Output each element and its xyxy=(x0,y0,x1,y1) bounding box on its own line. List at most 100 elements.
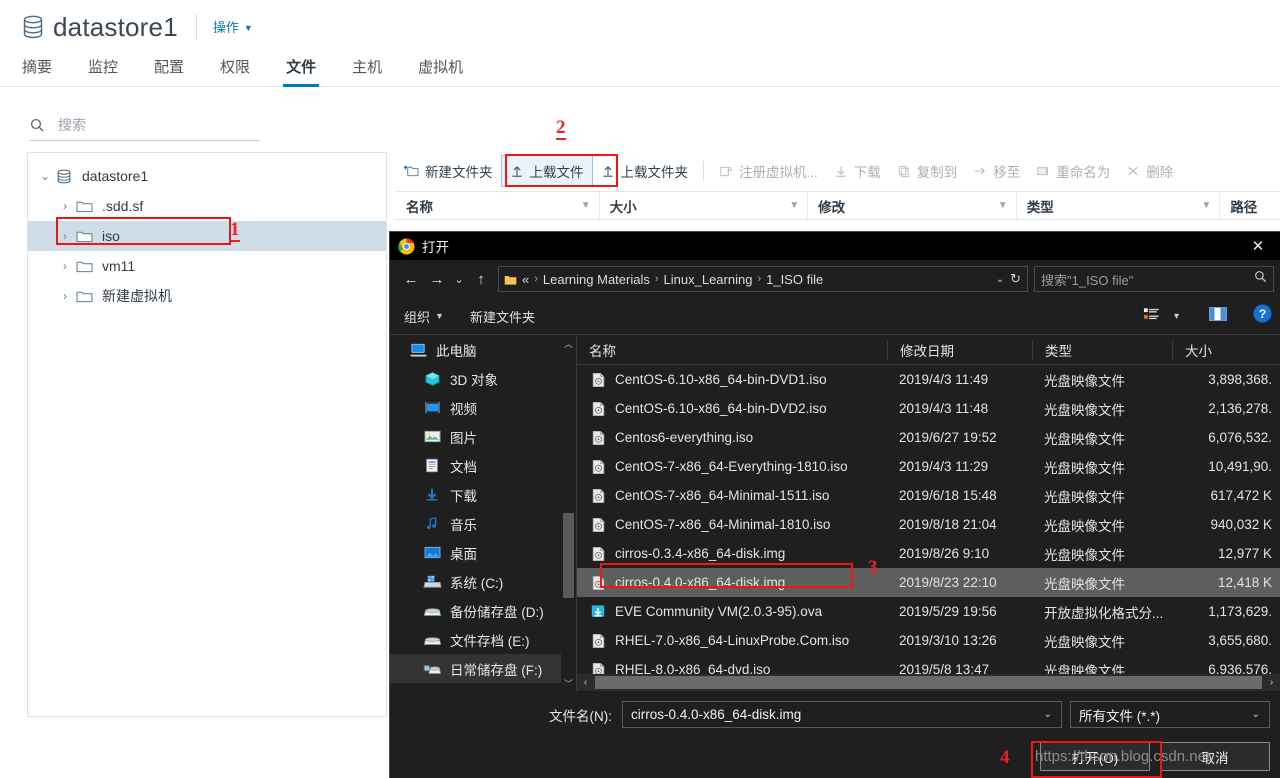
dialog-search-input[interactable]: 搜索"1_ISO file" xyxy=(1034,266,1274,292)
tree-item-datastore1[interactable]: ⌄ datastore1 xyxy=(28,161,386,191)
file-column-size[interactable]: 大小 xyxy=(1172,339,1272,360)
tab-vms[interactable]: 虚拟机 xyxy=(418,56,463,86)
column-header-size[interactable]: 大小 ▼ xyxy=(600,192,809,219)
file-row[interactable]: RHEL-7.0-x86_64-LinuxProbe.Com.iso 2019/3… xyxy=(577,626,1280,655)
breadcrumb-segment-1[interactable]: Learning Materials xyxy=(543,272,650,287)
dialog-buttons: 打开(O) 取消 xyxy=(390,728,1280,771)
chevron-down-icon[interactable]: ⌄ xyxy=(990,274,1010,285)
file-row[interactable]: cirros-0.4.0-x86_64-disk.img 2019/8/23 22… xyxy=(577,568,1280,597)
scrollbar-thumb[interactable] xyxy=(595,676,1262,689)
tab-summary[interactable]: 摘要 xyxy=(22,56,52,86)
refresh-icon[interactable]: ↻ xyxy=(1010,271,1023,287)
close-icon[interactable]: ✕ xyxy=(1236,232,1280,260)
file-column-name[interactable]: 名称 xyxy=(577,340,887,360)
place-pictures[interactable]: 图片 xyxy=(390,422,576,451)
breadcrumb-segment-2[interactable]: Linux_Learning xyxy=(664,272,753,287)
file-row[interactable]: CentOS-7-x86_64-Minimal-1511.iso 2019/6/1… xyxy=(577,481,1280,510)
preview-pane-icon[interactable] xyxy=(1209,306,1227,326)
file-row[interactable]: cirros-0.3.4-x86_64-disk.img 2019/8/26 9:… xyxy=(577,539,1280,568)
dialog-body: 此电脑 3D 对象 视频 图片 文档 下载 音乐 桌面 系统 (C:) 备份储存… xyxy=(390,335,1280,691)
file-column-date[interactable]: 修改日期 xyxy=(887,339,1032,360)
filter-icon[interactable]: ▼ xyxy=(789,200,799,211)
file-name: CentOS-7-x86_64-Everything-1810.iso xyxy=(615,459,848,474)
new-folder-button[interactable]: 新建文件夹 xyxy=(470,307,535,326)
cancel-button[interactable]: 取消 xyxy=(1160,742,1270,771)
tab-hosts[interactable]: 主机 xyxy=(352,56,382,86)
place-desktop[interactable]: 桌面 xyxy=(390,538,576,567)
place-documents[interactable]: 文档 xyxy=(390,451,576,480)
scrollbar-thumb[interactable] xyxy=(563,513,574,598)
place-downloads[interactable]: 下载 xyxy=(390,480,576,509)
open-button[interactable]: 打开(O) xyxy=(1040,742,1150,771)
tree-item-sdd-sf[interactable]: › .sdd.sf xyxy=(28,191,386,221)
column-header-name[interactable]: 名称 ▼ xyxy=(396,192,600,219)
file-row[interactable]: CentOS-6.10-x86_64-bin-DVD2.iso 2019/4/3 … xyxy=(577,394,1280,423)
view-list-icon[interactable] xyxy=(1143,307,1160,326)
place-videos[interactable]: 视频 xyxy=(390,393,576,422)
file-date: 2019/8/23 22:10 xyxy=(899,575,997,590)
breadcrumb-segment-3[interactable]: 1_ISO file xyxy=(766,272,823,287)
place-music[interactable]: 音乐 xyxy=(390,509,576,538)
scroll-right-icon[interactable]: › xyxy=(1263,677,1280,688)
filter-icon[interactable]: ▼ xyxy=(581,200,591,211)
arrow-up-icon[interactable]: ↑ xyxy=(468,266,494,292)
place-backup-d[interactable]: 备份储存盘 (D:) xyxy=(390,596,576,625)
annotation-2: 2 xyxy=(556,117,566,140)
file-column-headers: 名称 修改日期 类型 大小 xyxy=(577,335,1280,365)
column-header-type[interactable]: 类型 ▼ xyxy=(1017,192,1221,219)
file-column-type[interactable]: 类型 xyxy=(1032,339,1172,360)
places-scrollbar[interactable]: ︿ ﹀ xyxy=(561,335,576,691)
tab-monitor[interactable]: 监控 xyxy=(88,56,118,86)
filter-icon[interactable]: ▼ xyxy=(998,200,1008,211)
file-name: Centos6-everything.iso xyxy=(615,430,754,445)
place-system-c[interactable]: 系统 (C:) xyxy=(390,567,576,596)
annotation-1: 1 xyxy=(230,219,240,242)
chevron-down-icon[interactable]: ⌄ xyxy=(450,266,468,292)
scroll-down-icon[interactable]: ﹀ xyxy=(561,675,576,691)
tab-configure[interactable]: 配置 xyxy=(154,56,184,86)
search-input[interactable]: 搜索 xyxy=(30,115,260,141)
scroll-left-icon[interactable]: ‹ xyxy=(577,677,594,688)
upload-folder-button[interactable]: 上载文件夹 xyxy=(593,156,697,186)
chevron-down-icon[interactable]: ⌄ xyxy=(1039,709,1057,720)
new-folder-button[interactable]: 新建文件夹 xyxy=(396,156,501,186)
place-3d-objects[interactable]: 3D 对象 xyxy=(390,364,576,393)
filename-input[interactable]: cirros-0.4.0-x86_64-disk.img ⌄ xyxy=(622,701,1062,728)
file-row[interactable]: CentOS-7-x86_64-Minimal-1810.iso 2019/8/1… xyxy=(577,510,1280,539)
column-header-modified[interactable]: 修改 ▼ xyxy=(808,192,1017,219)
chevron-down-icon[interactable]: ⌄ xyxy=(34,169,56,183)
tree-item-new-vm[interactable]: › 新建虚拟机 xyxy=(28,281,386,311)
help-icon[interactable]: ? xyxy=(1253,304,1272,328)
breadcrumb[interactable]: « › Learning Materials › Linux_Learning … xyxy=(498,266,1028,292)
chevron-right-icon[interactable]: › xyxy=(54,289,76,303)
chevron-right-icon[interactable]: › xyxy=(54,199,76,213)
chevron-right-icon[interactable]: › xyxy=(54,229,76,243)
column-header-path[interactable]: 路径 xyxy=(1220,192,1280,219)
place-label: 系统 (C:) xyxy=(450,575,504,591)
organize-button[interactable]: 组织 ▼ xyxy=(404,307,444,326)
chevron-down-icon[interactable]: ▾ xyxy=(1174,311,1179,322)
arrow-left-icon[interactable]: ← xyxy=(398,266,424,292)
tab-files[interactable]: 文件 xyxy=(283,56,320,87)
tree-item-iso[interactable]: › iso xyxy=(28,221,386,251)
file-row[interactable]: Centos6-everything.iso 2019/6/27 19:52 光盘映… xyxy=(577,423,1280,452)
upload-file-button[interactable]: 上载文件 xyxy=(500,155,593,187)
file-row[interactable]: CentOS-7-x86_64-Everything-1810.iso 2019/… xyxy=(577,452,1280,481)
place-daily-f[interactable]: 日常储存盘 (F:) xyxy=(390,654,576,683)
actions-menu[interactable]: 操作 ▼ xyxy=(213,17,253,36)
scroll-up-icon[interactable]: ︿ xyxy=(561,335,576,351)
chevron-right-icon[interactable]: › xyxy=(54,259,76,273)
file-list-horizontal-scrollbar[interactable]: ‹ › xyxy=(577,674,1280,691)
tree-item-vm11[interactable]: › vm11 xyxy=(28,251,386,281)
arrow-right-icon[interactable]: → xyxy=(424,266,450,292)
file-row[interactable]: EVE Community VM(2.0.3-95).ova 2019/5/29 … xyxy=(577,597,1280,626)
chevron-down-icon[interactable]: ⌄ xyxy=(1247,709,1265,720)
place-label: 文件存档 (E:) xyxy=(450,633,530,649)
filter-icon[interactable]: ▼ xyxy=(1201,200,1211,211)
file-row[interactable]: CentOS-6.10-x86_64-bin-DVD1.iso 2019/4/3 … xyxy=(577,365,1280,394)
filetype-select[interactable]: 所有文件 (*.*) ⌄ xyxy=(1070,701,1270,728)
place-this-pc[interactable]: 此电脑 xyxy=(390,335,576,364)
place-archive-e[interactable]: 文件存档 (E:) xyxy=(390,625,576,654)
file-date: 2019/8/18 21:04 xyxy=(899,517,997,532)
tab-permissions[interactable]: 权限 xyxy=(220,56,250,86)
